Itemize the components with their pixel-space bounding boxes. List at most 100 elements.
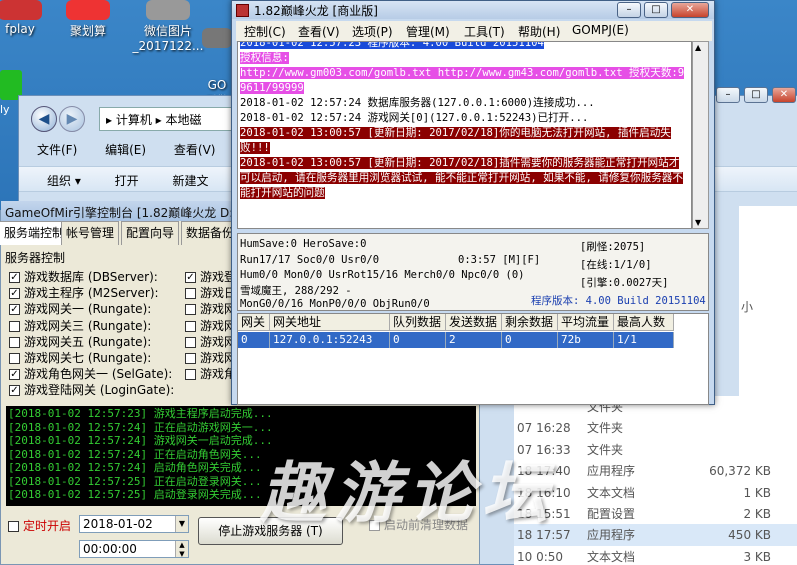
checkbox-empty-icon[interactable] [9, 320, 20, 332]
file-row[interactable]: 07 16:33 文件夹 [514, 439, 797, 461]
menu-view[interactable]: 查看(V) [174, 143, 216, 157]
server-checkbox[interactable]: 游戏角 [185, 365, 236, 382]
file-size: 450 KB [728, 528, 771, 543]
checkbox-empty-icon[interactable] [185, 320, 196, 332]
checkbox-empty-icon[interactable] [185, 288, 196, 300]
organize-button[interactable]: 组织 ▾ [47, 174, 81, 188]
checkbox-empty-icon[interactable] [9, 336, 20, 348]
table-cell[interactable]: 1/1 [614, 332, 674, 348]
column-header[interactable]: 发送数据 [446, 314, 502, 331]
message-log: 2018-01-02 12:57:23 程序版本: 4.00 Build 201… [237, 41, 692, 229]
server-checkbox[interactable]: ✓ 游戏登陆网关 (LoginGate): [9, 381, 174, 398]
checkbox-empty-icon[interactable] [9, 353, 20, 364]
checkbox-empty-icon[interactable] [185, 353, 196, 364]
stats-uptime: 0:3:57 [M][F] [458, 254, 541, 266]
menu-tools[interactable]: 工具(T) [464, 23, 505, 40]
column-header[interactable]: 最高人数 [614, 314, 674, 331]
server-checkbox[interactable]: ✓ 游戏主程序 (M2Server): [9, 284, 159, 301]
checkbox-checked-icon[interactable]: ✓ [9, 304, 20, 316]
scroll-down-icon[interactable]: ▼ [695, 218, 701, 227]
server-checkbox[interactable]: ✓ 游戏角色网关一 (SelGate): [9, 365, 172, 382]
server-checkbox[interactable]: 游戏网关三 (Rungate): [9, 317, 151, 334]
message-text: 2018-01-02 13:00:57 [更新日期: 2017/02/18]插件… [240, 157, 683, 199]
file-row[interactable]: 18 16:10 文本文档 1 KB [514, 482, 797, 504]
checkbox-empty-icon[interactable] [185, 336, 196, 348]
juhuasuan-icon [66, 0, 110, 20]
menu-edit[interactable]: 编辑(E) [105, 143, 146, 157]
menu-file[interactable]: 文件(F) [37, 143, 77, 157]
server-checkbox[interactable]: ✓ 游戏数据库 (DBServer): [9, 268, 158, 285]
checkbox-checked-icon[interactable]: ✓ [9, 272, 20, 283]
timer-checkbox[interactable] [8, 521, 19, 532]
close-icon[interactable]: ✕ [772, 87, 796, 103]
table-cell[interactable]: 0 [502, 332, 558, 348]
menu-help[interactable]: 帮助(H) [518, 23, 560, 40]
date-value: 2018-01-02 [83, 517, 153, 531]
tab-account-management[interactable]: 帐号管理 [61, 221, 120, 245]
message-text: 授权信息: [240, 52, 289, 64]
column-header[interactable]: 平均流量 [558, 314, 614, 331]
gateway-table: 网关 网关地址 队列数据 发送数据 剩余数据 平均流量 最高人数 0 127.0.0.1:522… [237, 313, 709, 405]
server-checkbox[interactable]: 游戏网 [185, 300, 236, 317]
new-folder-button[interactable]: 新建文 [173, 174, 209, 188]
file-row[interactable]: 18 15:51 配置设置 2 KB [514, 503, 797, 525]
menu-gompj[interactable]: GOMPJ(E) [572, 23, 629, 37]
checkbox-checked-icon[interactable]: ✓ [185, 272, 196, 283]
timer-toggle[interactable]: 定时开启 [8, 517, 71, 534]
server-checkbox-label: 游戏网关一 (Rungate): [24, 302, 152, 317]
time-stepper[interactable]: 00:00:00 ▲ ▼ [79, 540, 189, 558]
menu-view[interactable]: 查看(V) [298, 23, 340, 40]
minimize-icon[interactable]: – [617, 2, 641, 18]
menu-options[interactable]: 选项(P) [352, 23, 393, 40]
spin-arrows-icon[interactable]: ▲ ▼ [175, 541, 188, 558]
maximize-icon[interactable]: □ [644, 2, 668, 18]
server-checkbox[interactable]: ✓ 游戏登 [185, 268, 236, 285]
forward-arrow-icon[interactable]: ▶ [59, 106, 85, 132]
server-checkbox[interactable]: ✓ 游戏网关一 (Rungate): [9, 300, 151, 317]
file-type: 文件夹 [587, 442, 624, 457]
file-row[interactable]: 18 17:57 应用程序 450 KB [514, 524, 797, 547]
menu-manage[interactable]: 管理(M) [406, 23, 450, 40]
date-picker[interactable]: 2018-01-02 ▼ [79, 515, 189, 533]
file-row[interactable]: 07 16:28 文件夹 [514, 417, 797, 439]
table-cell[interactable]: 72b [558, 332, 614, 348]
tab-server-control[interactable]: 服务端控制 [0, 221, 70, 245]
checkbox-checked-icon[interactable]: ✓ [9, 288, 20, 300]
back-arrow-icon[interactable]: ◀ [31, 106, 57, 132]
message-log-scrollbar[interactable]: ▲ ▼ [692, 41, 709, 229]
server-checkbox[interactable]: 游戏网 [185, 333, 236, 350]
chevron-down-icon[interactable]: ▼ [175, 516, 188, 532]
message-text: 2018-01-02 12:57:23 程序版本: 4.00 Build 201… [240, 42, 544, 49]
table-cell[interactable]: 0 [390, 332, 446, 348]
table-cell[interactable]: 2 [446, 332, 502, 348]
file-type: 文本文档 [587, 549, 636, 564]
server-checkbox-label: 游戏网关七 (Rungate): [24, 351, 152, 365]
file-row[interactable]: 18 17:40 应用程序 60,372 KB [514, 460, 797, 482]
menu-control[interactable]: 控制(C) [244, 23, 286, 40]
checkbox-checked-icon[interactable]: ✓ [9, 369, 20, 381]
checkbox-checked-icon[interactable]: ✓ [9, 385, 20, 397]
file-modified: 10 0:50 [517, 549, 564, 564]
server-checkbox[interactable]: 游戏网 [185, 349, 236, 366]
minimize-icon[interactable]: – [716, 87, 740, 103]
column-header[interactable]: 队列数据 [390, 314, 446, 331]
table-cell[interactable]: 127.0.0.1:52243 [270, 332, 390, 348]
checkbox-empty-icon[interactable] [185, 304, 196, 316]
tab-config-wizard[interactable]: 配置向导 [121, 221, 180, 245]
maximize-icon[interactable]: □ [744, 87, 768, 103]
server-checkbox[interactable]: 游戏网 [185, 317, 236, 334]
checkbox-empty-icon[interactable] [185, 369, 196, 381]
desktop-icon-juhuasuan[interactable]: 聚划算 [48, 0, 128, 39]
server-checkbox[interactable]: 游戏日 [185, 284, 236, 301]
explorer-window-controls: – □ ✕ [712, 87, 797, 105]
file-row[interactable]: 10 0:50 文本文档 3 KB [514, 546, 797, 565]
server-checkbox[interactable]: 游戏网关七 (Rungate): [9, 349, 151, 366]
server-checkbox[interactable]: 游戏网关五 (Rungate): [9, 333, 151, 350]
column-header[interactable]: 网关 [238, 314, 270, 331]
table-cell[interactable]: 0 [238, 332, 270, 348]
close-icon[interactable]: ✕ [671, 2, 709, 18]
column-header[interactable]: 网关地址 [270, 314, 390, 331]
scroll-up-icon[interactable]: ▲ [695, 43, 701, 52]
open-button[interactable]: 打开 [115, 174, 139, 188]
column-header[interactable]: 剩余数据 [502, 314, 558, 331]
